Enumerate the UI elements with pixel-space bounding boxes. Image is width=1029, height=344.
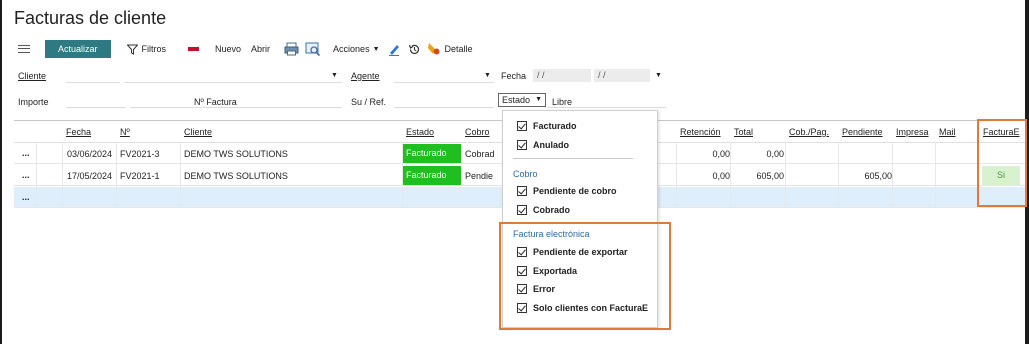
suref-input[interactable] (394, 94, 494, 108)
agente-input[interactable] (394, 69, 494, 83)
column-divider (935, 142, 936, 208)
column-divider (838, 142, 839, 208)
column-divider (36, 142, 37, 208)
col-cobpag-header[interactable]: Cob./Pag. (789, 127, 829, 137)
cell-total: 605,00 (756, 171, 784, 181)
col-fecha-header[interactable]: Fecha (66, 127, 91, 137)
chevron-down-icon: ▼ (535, 96, 542, 103)
cell-pendiente: 605,00 (864, 171, 892, 181)
checkbox[interactable] (517, 121, 527, 131)
col-mail-header[interactable]: Mail (939, 127, 956, 137)
status-badge: Facturado (403, 166, 461, 185)
agente-dropdown-icon[interactable]: ▼ (484, 72, 491, 79)
column-divider (62, 142, 63, 208)
nfactura-label: Nº Factura (194, 97, 237, 107)
cell-retencion: 0,00 (712, 171, 730, 181)
column-divider (116, 142, 117, 208)
cliente-name-input[interactable] (124, 69, 342, 83)
actualizar-button[interactable]: Actualizar (45, 40, 111, 58)
cell-total: 0,00 (766, 149, 784, 159)
cliente-dropdown-icon[interactable]: ▼ (331, 72, 338, 79)
cobro-option-cobrado[interactable]: Cobrado (517, 205, 570, 215)
option-label: Facturado (533, 121, 577, 131)
preview-icon[interactable] (305, 39, 321, 59)
dropdown-divider (513, 158, 633, 159)
col-estado-header[interactable]: Estado (406, 127, 434, 137)
row-menu-button[interactable]: ... (22, 192, 30, 202)
cell-retencion: 0,00 (712, 149, 730, 159)
acciones-label: Acciones (333, 44, 370, 54)
row-menu-button[interactable]: ... (22, 148, 30, 158)
cobro-option-pendiente[interactable]: Pendiente de cobro (517, 186, 617, 196)
detalle-button[interactable]: Detalle (427, 39, 473, 59)
agente-label: Agente (351, 71, 380, 81)
cobro-section-title: Cobro (513, 169, 538, 179)
window-frame-left (0, 0, 2, 344)
col-cobro-header[interactable]: Cobro (465, 127, 490, 137)
importe-input[interactable] (66, 94, 126, 108)
chevron-down-icon: ▼ (372, 45, 380, 53)
estado-select[interactable]: Estado ▼ (498, 93, 546, 107)
fecha-label: Fecha (501, 71, 527, 81)
suref-label: Su / Ref. (351, 97, 387, 107)
col-total-header[interactable]: Total (734, 127, 753, 137)
fecha-dropdown-icon[interactable]: ▼ (655, 72, 662, 79)
option-label: Cobrado (533, 205, 570, 215)
factura-electronica-highlight (499, 222, 671, 330)
status-badge: Facturado (403, 144, 461, 163)
fecha-desde-input[interactable]: / / (533, 69, 591, 82)
estado-option-facturado[interactable]: Facturado (517, 121, 577, 131)
filter-icon (126, 44, 138, 55)
col-numero-header[interactable]: Nº (120, 127, 130, 137)
detalle-label: Detalle (444, 44, 473, 54)
col-cliente-header[interactable]: Cliente (184, 127, 212, 137)
filtros-label: Filtros (141, 44, 167, 54)
checkbox[interactable] (517, 140, 527, 150)
page-title: Facturas de cliente (14, 8, 167, 28)
column-divider (730, 142, 731, 208)
option-label: Pendiente de cobro (533, 186, 617, 196)
cell-cliente: DEMO TWS SOLUTIONS (184, 171, 288, 181)
importe-label: Importe (18, 97, 49, 107)
menu-icon[interactable] (18, 45, 30, 53)
column-divider (892, 142, 893, 208)
edit-icon[interactable] (388, 39, 400, 59)
detail-icon (427, 43, 440, 55)
col-pendiente-header[interactable]: Pendiente (842, 127, 883, 137)
cell-cobro: Pendie (465, 171, 494, 181)
checkbox[interactable] (517, 186, 527, 196)
fecha-hasta-input[interactable]: / / (594, 69, 650, 82)
nuevo-button[interactable]: Nuevo (215, 39, 241, 59)
cell-numero: FV2021-3 (120, 149, 160, 159)
print-icon[interactable] (284, 39, 299, 59)
libre-input[interactable] (548, 94, 666, 108)
cell-cliente: DEMO TWS SOLUTIONS (184, 149, 288, 159)
cell-numero: FV2021-1 (120, 171, 160, 181)
cliente-label: Cliente (18, 71, 47, 81)
column-divider (785, 142, 786, 208)
history-icon[interactable] (408, 39, 421, 59)
cell-cobro: Cobrad (465, 149, 495, 159)
abrir-button[interactable]: Abrir (251, 39, 270, 59)
estado-label: Estado (502, 95, 531, 105)
cell-fecha: 17/05/2024 (67, 171, 113, 181)
cell-fecha: 03/06/2024 (67, 149, 113, 159)
estado-option-anulado[interactable]: Anulado (517, 140, 569, 150)
facturae-highlight (977, 119, 1027, 207)
filtros-button[interactable]: Filtros (126, 39, 167, 59)
cliente-code-input[interactable] (66, 69, 120, 83)
col-retencion-header[interactable]: Retención (680, 127, 721, 137)
acciones-menu[interactable]: Acciones ▼ (333, 39, 379, 59)
column-divider (180, 142, 181, 208)
column-divider (402, 142, 403, 208)
col-impresa-header[interactable]: Impresa (896, 127, 929, 137)
row-menu-button[interactable]: ... (22, 170, 30, 180)
checkbox[interactable] (517, 205, 527, 215)
option-label: Anulado (533, 140, 569, 150)
column-divider (676, 142, 677, 208)
delete-icon[interactable] (188, 47, 200, 51)
toolbar: Actualizar Filtros Nuevo Abrir Acciones … (14, 38, 483, 60)
